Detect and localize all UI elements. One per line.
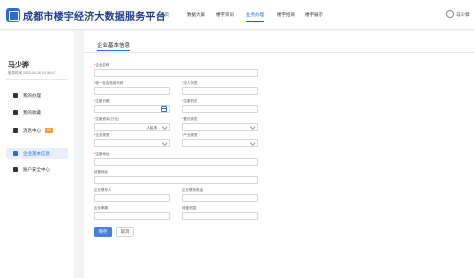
office-address-input[interactable]: [94, 176, 258, 184]
remark-label: 经营范围: [182, 206, 196, 210]
main-panel: 企业基本信息 *企业名称 *统一社会信用代码 *法人代表 *注册日期 *注册机关…: [84, 31, 474, 278]
company-type-label: *企业类型: [94, 133, 110, 137]
industry-select[interactable]: [182, 139, 258, 147]
nav-home[interactable]: 首页: [160, 12, 169, 18]
currency-unit: 人民币: [146, 125, 158, 130]
nav-investment[interactable]: 楼宇招商: [277, 12, 295, 18]
message-badge: 99: [45, 127, 53, 133]
email-label: 企业邮箱: [94, 206, 108, 210]
company-type-select[interactable]: [94, 139, 170, 147]
reg-address-label: *注册地址: [94, 152, 110, 156]
reg-authority-label: *注册机关: [182, 99, 198, 103]
nav-business[interactable]: 业务办理: [246, 12, 264, 22]
sidebar-item-company-info[interactable]: 企业基本信息: [6, 148, 68, 159]
company-icon: [13, 151, 18, 156]
legal-person-input[interactable]: [182, 87, 258, 95]
message-icon: [13, 128, 18, 133]
reg-authority-input[interactable]: [182, 105, 258, 113]
header-user-name[interactable]: 马少骅: [456, 12, 470, 18]
contact-phone-input[interactable]: [182, 194, 258, 202]
nav-news[interactable]: 楼宇资讯: [216, 12, 234, 18]
sidebar-item-label: 企业基本信息: [23, 151, 50, 156]
divider: [6, 79, 68, 80]
sidebar-item-security[interactable]: 账户安全中心: [6, 164, 68, 175]
profile-name: 马少骅: [8, 62, 29, 69]
sidebar-item-favorites[interactable]: 我的收藏: [6, 107, 68, 118]
sidebar: 马少骅 登录时间 2023-05-16 10:36:47 我的办理 我的收藏 消…: [0, 31, 74, 278]
legal-person-label: *法人代表: [182, 81, 198, 85]
reg-date-label: *注册日期: [94, 99, 110, 103]
company-name-label: *企业名称: [94, 63, 110, 67]
doc-icon: [13, 93, 18, 98]
save-button[interactable]: 保存: [94, 227, 112, 237]
divider: [84, 52, 474, 53]
sidebar-item-label: 我的收藏: [23, 110, 41, 115]
user-icon[interactable]: [446, 10, 454, 18]
office-address-label: 经营地址: [94, 170, 108, 174]
sidebar-item-messages[interactable]: 消息中心 99: [6, 125, 68, 136]
contact-input[interactable]: [94, 194, 170, 202]
nav-showcase[interactable]: 楼宇展示: [305, 12, 323, 18]
star-icon: [13, 110, 18, 115]
reg-status-label: *登记状态: [182, 117, 198, 121]
credit-code-label: *统一社会信用代码: [94, 81, 124, 85]
nav-dashboard[interactable]: 数据大屏: [187, 12, 205, 18]
sidebar-item-label: 消息中心: [23, 128, 41, 133]
sidebar-item-my-tasks[interactable]: 我的办理: [6, 90, 68, 101]
last-login: 登录时间 2023-05-16 10:36:47: [8, 71, 56, 75]
sidebar-item-label: 账户安全中心: [23, 167, 50, 172]
contact-label: 企业联系人: [94, 188, 112, 192]
shield-icon: [13, 167, 18, 172]
top-header: 成都市楼宇经济大数据服务平台 首页 数据大屏 楼宇资讯 业务办理 楼宇招商 楼宇…: [0, 0, 474, 30]
email-input[interactable]: [94, 212, 170, 220]
logo-icon: [6, 8, 20, 22]
brand-title[interactable]: 成都市楼宇经济大数据服务平台: [23, 8, 166, 23]
reg-address-input[interactable]: [94, 158, 258, 166]
remark-input[interactable]: [182, 212, 258, 220]
reg-status-select[interactable]: [182, 123, 258, 131]
sidebar-item-label: 我的办理: [23, 93, 41, 98]
company-name-input[interactable]: [94, 69, 258, 77]
industry-label: *产业类型: [182, 133, 198, 137]
reg-date-input[interactable]: [94, 105, 170, 113]
reg-capital-label: *注册资本(万元): [94, 117, 119, 121]
contact-phone-label: 企业联系电话: [182, 188, 203, 192]
reg-capital-input[interactable]: 人民币: [94, 123, 170, 131]
cancel-button[interactable]: 取消: [116, 227, 134, 237]
credit-code-input[interactable]: [94, 87, 170, 95]
calendar-icon[interactable]: [161, 106, 167, 112]
page-title: 企业基本信息: [97, 43, 131, 51]
